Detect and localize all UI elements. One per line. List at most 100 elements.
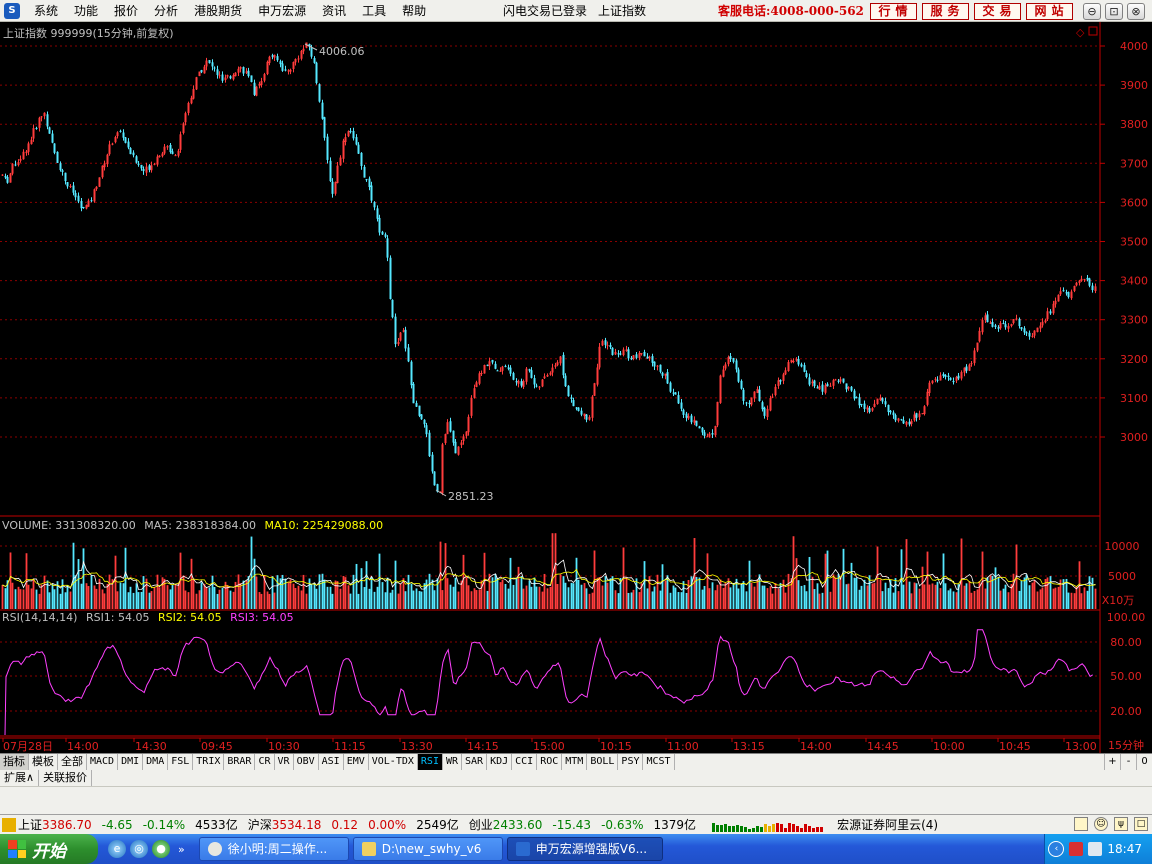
task-browser[interactable]: 徐小明:周二操作...: [198, 837, 349, 861]
ext-related-quotes-tab[interactable]: 关联报价: [39, 770, 93, 786]
rsi2-value: RSI2: 54.05: [158, 611, 222, 624]
start-button[interactable]: 开始: [0, 834, 98, 864]
broker-server[interactable]: 宏源证券阿里云(4): [837, 816, 938, 833]
tray-volume-icon[interactable]: [1088, 842, 1103, 856]
status-icons: ☺ ψ □: [1074, 817, 1148, 831]
indicator-tab-mcst[interactable]: MCST: [643, 754, 675, 770]
low-marker-line: [435, 489, 447, 497]
kline-chart[interactable]: 上证指数 999999(15分钟,前复权) ◇ 4006.06 2851.23 …: [0, 22, 1152, 753]
menu-tools[interactable]: 工具: [354, 0, 394, 22]
time-tick-label: 14:00: [800, 740, 832, 753]
time-tick-label: 11:15: [334, 740, 366, 753]
browser-task-icon: [207, 842, 222, 856]
tab-add-button[interactable]: +: [1104, 754, 1120, 770]
menu-help[interactable]: 帮助: [394, 0, 434, 22]
menu-swhy[interactable]: 申万宏源: [250, 0, 314, 22]
indicator-tab-cci[interactable]: CCI: [512, 754, 538, 770]
menu-news[interactable]: 资讯: [314, 0, 354, 22]
menu-analysis[interactable]: 分析: [146, 0, 186, 22]
smiley-icon[interactable]: ☺: [1094, 817, 1108, 831]
trade-button[interactable]: 交易: [974, 3, 1021, 20]
indicator-tab-kdj[interactable]: KDJ: [487, 754, 513, 770]
chart-area[interactable]: 上证指数 999999(15分钟,前复权) ◇ 4006.06 2851.23 …: [0, 22, 1152, 753]
tray-expand-icon[interactable]: ‹: [1048, 841, 1065, 857]
indicator-tab-dma[interactable]: DMA: [143, 754, 169, 770]
task-swhy[interactable]: 申万宏源增强版V6...: [506, 837, 663, 861]
note-icon[interactable]: [1074, 817, 1088, 831]
browser-icon[interactable]: ◎: [130, 840, 148, 858]
price-tick-label: 3600: [1120, 196, 1148, 209]
swhy-task-icon: [515, 842, 530, 856]
ext-expand-tab[interactable]: 扩展∧: [0, 770, 40, 786]
indicator-tab-psy[interactable]: PSY: [618, 754, 644, 770]
high-price-label: 4006.06: [319, 45, 365, 58]
indicator-tab-cr[interactable]: CR: [255, 754, 275, 770]
indicator-tab-vr[interactable]: VR: [275, 754, 294, 770]
ie-icon[interactable]: e: [108, 840, 126, 858]
restore-icon[interactable]: ⊡: [1105, 3, 1123, 20]
more-icon[interactable]: »: [178, 843, 185, 856]
indicator-tab-bar: 指标 模板 全部 MACD DMI DMA FSL TRIX BRAR CR VR OBV ASI…: [0, 753, 1152, 770]
indicator-tab-mtm[interactable]: MTM: [562, 754, 588, 770]
tray-clock[interactable]: 18:47: [1107, 842, 1142, 856]
chart-options-icon[interactable]: ◇: [1076, 26, 1085, 39]
indicator-tab-rsi[interactable]: RSI: [417, 754, 443, 770]
volume-tick-10000: 10000: [1105, 540, 1140, 553]
time-tick-label: 10:30: [268, 740, 300, 753]
cy-index[interactable]: 创业2433.60: [469, 816, 543, 833]
indicator-tab-sar[interactable]: SAR: [462, 754, 488, 770]
tray-app-icon[interactable]: [1069, 842, 1084, 856]
tab-template[interactable]: 模板: [29, 754, 58, 770]
app-circle-icon[interactable]: ●: [152, 840, 170, 858]
quote-button[interactable]: 行情: [870, 3, 917, 20]
menu-system[interactable]: 系统: [26, 0, 66, 22]
tab-zero-button[interactable]: 0: [1136, 754, 1152, 770]
breadth-bar: [808, 825, 812, 832]
login-status-text[interactable]: 闪电交易已登录: [503, 0, 587, 22]
indicator-tab-obv[interactable]: OBV: [294, 754, 319, 770]
task-folder[interactable]: D:\new_swhy_v6: [352, 837, 503, 861]
volume-ma5-line: [2, 559, 1096, 591]
time-tick-label: 13:15: [733, 740, 765, 753]
volume-unit: X10万: [1102, 594, 1135, 607]
indicator-tab-dmi[interactable]: DMI: [118, 754, 144, 770]
chart-maximize-icon[interactable]: [1088, 26, 1098, 36]
tab-indicator[interactable]: 指标: [0, 754, 29, 770]
breadth-bar: [756, 825, 760, 832]
indicator-tab-trix[interactable]: TRIX: [193, 754, 225, 770]
minimize-icon[interactable]: ⊖: [1083, 3, 1101, 20]
volume-value: VOLUME: 331308320.00: [2, 519, 136, 532]
menu-function[interactable]: 功能: [66, 0, 106, 22]
breadth-bar: [736, 824, 740, 832]
volume-ma10: MA10: 225429088.00: [264, 519, 383, 532]
indicator-tab-vol-tdx[interactable]: VOL-TDX: [369, 754, 418, 770]
indicator-tab-emv[interactable]: EMV: [344, 754, 369, 770]
volume-bars: [1, 533, 1097, 609]
menu-hk-futures[interactable]: 港股期货: [186, 0, 250, 22]
indicator-tab-macd[interactable]: MACD: [87, 754, 119, 770]
service-button[interactable]: 服务: [922, 3, 969, 20]
indicator-tab-fsl[interactable]: FSL: [168, 754, 194, 770]
indicator-tab-wr[interactable]: WR: [443, 754, 463, 770]
hs-turnover: 2549亿: [416, 818, 459, 832]
candle-series: [1, 42, 1097, 496]
indicator-tab-boll[interactable]: BOLL: [587, 754, 619, 770]
indicator-tab-brar[interactable]: BRAR: [224, 754, 256, 770]
breadth-bar: [744, 826, 748, 832]
signal-icon[interactable]: ψ: [1114, 817, 1128, 831]
tab-all[interactable]: 全部: [58, 754, 87, 770]
sh-index[interactable]: 上证3386.70: [18, 816, 92, 833]
hs-index[interactable]: 沪深3534.18: [248, 816, 322, 833]
close-icon[interactable]: ⊗: [1127, 3, 1145, 20]
price-tick-label: 3200: [1120, 353, 1148, 366]
lock-icon[interactable]: □: [1134, 817, 1148, 831]
menu-quote[interactable]: 报价: [106, 0, 146, 22]
indicator-tab-asi[interactable]: ASI: [319, 754, 344, 770]
task-folder-label: D:\new_swhy_v6: [381, 842, 482, 856]
folder-icon: [361, 842, 376, 856]
indicator-tab-roc[interactable]: ROC: [537, 754, 563, 770]
website-button[interactable]: 网站: [1026, 3, 1073, 20]
tab-remove-button[interactable]: -: [1120, 754, 1136, 770]
period-label[interactable]: 15分钟: [1108, 738, 1144, 752]
time-tick-label: 10:15: [600, 740, 632, 753]
